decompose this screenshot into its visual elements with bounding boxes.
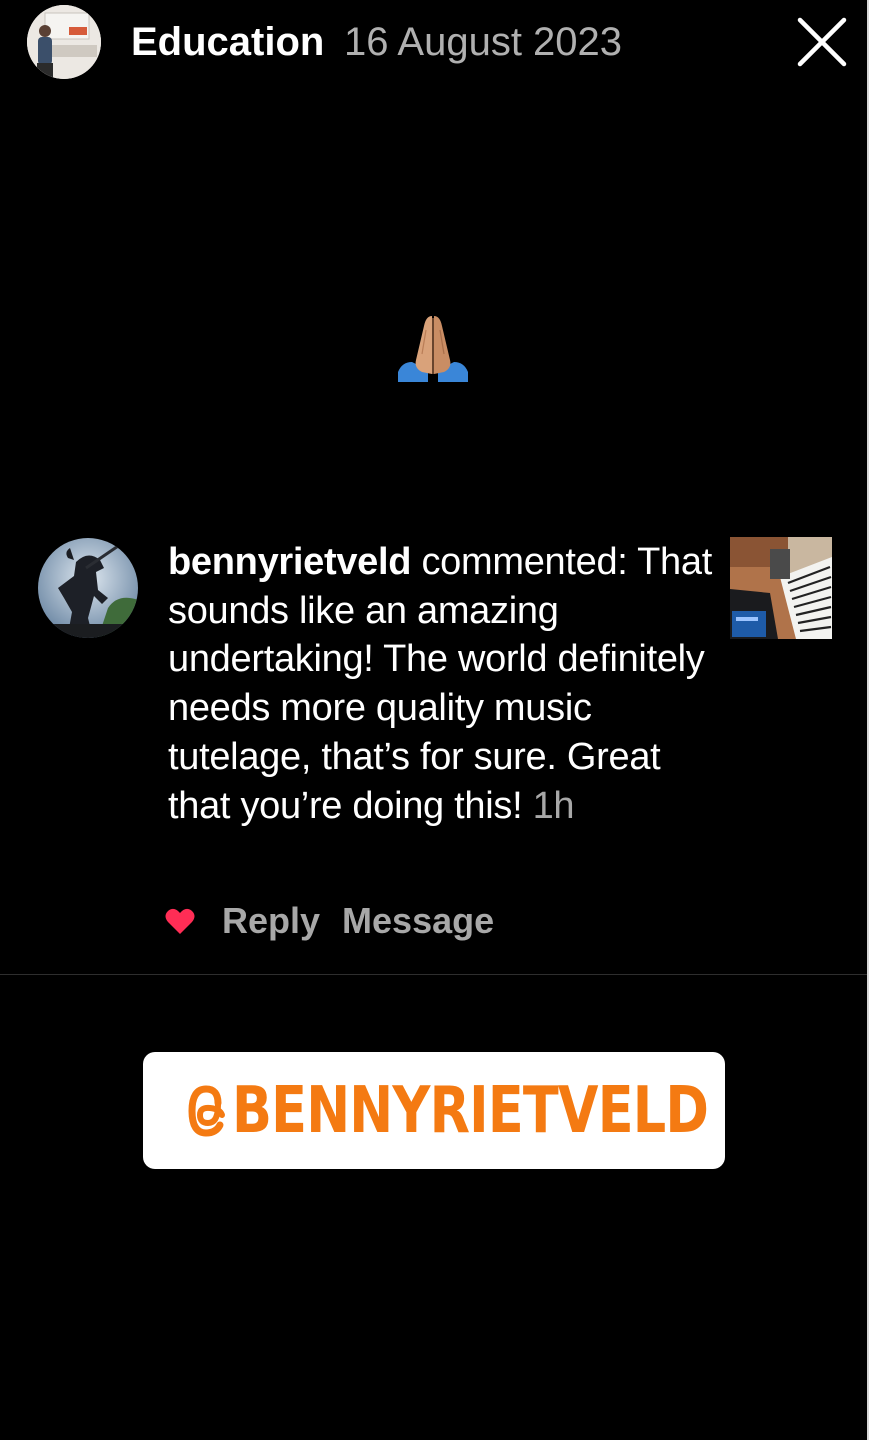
story-date: 16 August 2023 [344,20,623,64]
comment-time: 1h [532,784,575,827]
story-header: Education 16 August 2023 [0,0,869,84]
commenter-avatar[interactable] [38,538,138,638]
mention-sticker[interactable]: BENNYRIETVELD [143,1052,725,1169]
comment-action-label: commented: [411,541,628,583]
post-thumbnail[interactable] [730,537,832,639]
comment-username[interactable]: bennyrietveld [168,541,411,583]
message-button[interactable]: Message [342,897,494,945]
mention-username: BENNYRIETVELD [231,1073,709,1148]
divider [0,974,867,975]
comment-actions: Reply Message [165,897,516,945]
close-icon[interactable] [796,16,848,68]
comment-message: That sounds like an amazing undertaking!… [168,541,712,827]
story-title: Education [131,20,325,64]
heart-icon[interactable] [165,907,195,935]
highlight-avatar[interactable] [27,5,101,79]
reply-button[interactable]: Reply [222,897,320,945]
folded-hands-emoji [396,310,470,384]
threads-icon [187,1084,225,1137]
comment-body: bennyrietveld commented: That sounds lik… [168,538,718,830]
